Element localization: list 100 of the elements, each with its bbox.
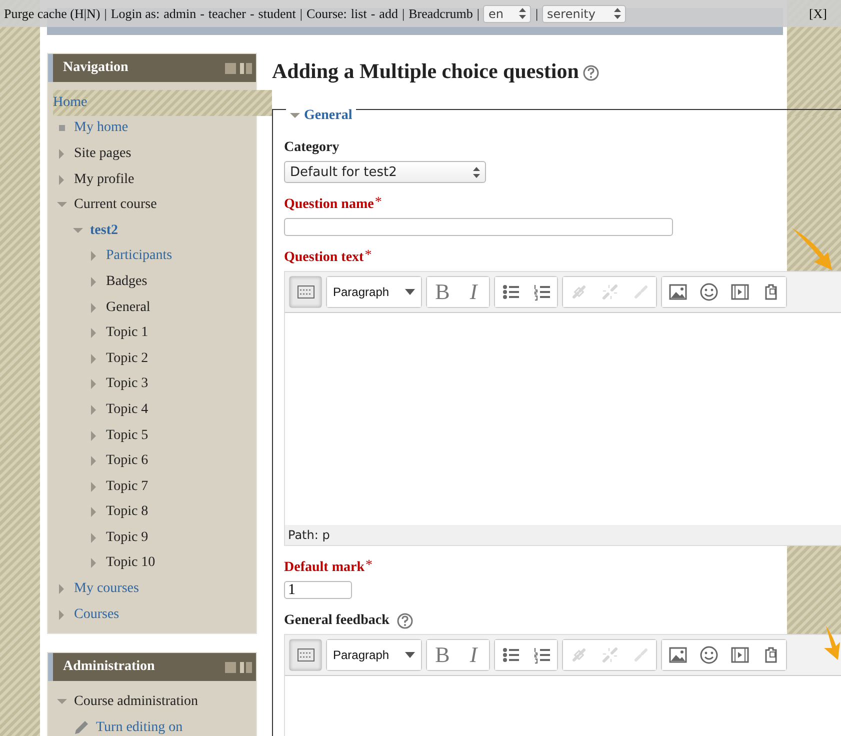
collapsed-triangle-icon[interactable] <box>89 456 99 466</box>
media-icon <box>730 645 750 665</box>
image-icon <box>668 645 688 665</box>
nav-link[interactable]: Topic 9 <box>106 530 148 546</box>
toolbar-text: Course: <box>306 6 347 22</box>
bullet-icon <box>59 125 65 132</box>
collapsed-triangle-icon[interactable] <box>89 354 99 364</box>
separator-text: | <box>300 6 302 22</box>
nav-link[interactable]: My profile <box>74 172 134 188</box>
rich-text-editor[interactable]: Paragraph B I <box>284 634 841 736</box>
text-input-field[interactable] <box>284 218 673 236</box>
collapsed-triangle-icon[interactable] <box>89 251 99 262</box>
collapsed-triangle-icon[interactable] <box>57 584 67 594</box>
image-icon <box>668 282 688 302</box>
nav-link[interactable]: Topic 7 <box>106 478 148 495</box>
toolbar-text: - <box>250 6 254 22</box>
nav-link[interactable]: Course administration <box>74 694 198 710</box>
toolbar-link[interactable]: teacher <box>208 6 246 22</box>
separator-text: | <box>402 6 405 22</box>
collapsed-triangle-icon[interactable] <box>89 379 99 390</box>
collapsed-triangle-icon[interactable] <box>57 148 67 159</box>
separator-text: | <box>535 6 538 22</box>
collapsed-triangle-icon[interactable] <box>89 276 99 287</box>
close-button[interactable]: [X] <box>808 6 827 22</box>
toolbar-link[interactable]: add <box>379 6 398 22</box>
collapsed-triangle-icon[interactable] <box>57 174 67 185</box>
help-icon[interactable] <box>582 64 599 80</box>
bullets-icon <box>500 282 520 302</box>
field-label: Question name <box>284 197 374 213</box>
nav-link[interactable]: Current course <box>74 197 157 214</box>
nav-link[interactable]: Site pages <box>74 146 132 162</box>
nav-link[interactable]: Topic 2 <box>106 350 148 367</box>
nav-link[interactable]: Badges <box>106 274 148 290</box>
text-input-field[interactable]: 1 <box>284 581 352 599</box>
collapsed-triangle-icon[interactable] <box>89 302 99 313</box>
spinner-arrows-icon <box>519 8 526 19</box>
arrow-icon <box>790 226 834 272</box>
dropdown[interactable]: en <box>483 4 532 22</box>
nav-link[interactable]: Topic 6 <box>106 453 148 470</box>
format-dropdown[interactable]: Paragraph <box>327 277 421 307</box>
collapsed-triangle-icon[interactable] <box>57 610 67 620</box>
nav-link[interactable]: Topic 4 <box>106 402 148 418</box>
field-label: General feedback <box>284 613 390 629</box>
page-heading: Adding a Multiple choice question <box>272 58 579 84</box>
collapsed-triangle-icon[interactable] <box>89 558 99 568</box>
unlink-icon <box>600 645 620 665</box>
toolbar-text: Login as: <box>110 6 160 22</box>
required-mark: * <box>364 248 372 264</box>
toolbar-link[interactable]: admin <box>164 6 196 22</box>
collapsed-triangle-icon[interactable] <box>89 430 99 441</box>
nav-link[interactable]: Topic 3 <box>106 376 148 392</box>
expanded-triangle-icon[interactable] <box>290 111 300 121</box>
collapsed-triangle-icon[interactable] <box>89 532 99 543</box>
field-label: Category <box>284 140 340 156</box>
nav-link[interactable]: Topic 10 <box>106 555 156 572</box>
numbers-icon <box>532 282 552 302</box>
unlink-icon <box>600 282 620 302</box>
toolbar-link[interactable]: Breadcrumb <box>408 6 473 22</box>
nav-link[interactable]: Topic 5 <box>106 428 148 444</box>
nav-link[interactable]: Topic 8 <box>106 504 148 520</box>
media-icon <box>730 282 750 302</box>
bullets-icon <box>500 645 520 665</box>
dock-icon[interactable] <box>225 62 236 74</box>
dropdown[interactable]: serenity <box>542 4 626 22</box>
toolbar-text: - <box>200 6 204 22</box>
hide-icon[interactable] <box>240 662 252 673</box>
toolbar-link[interactable]: list <box>350 6 367 22</box>
format-dropdown[interactable]: Paragraph <box>327 640 421 670</box>
nav-link[interactable]: Turn editing on <box>96 720 183 736</box>
section-legend[interactable]: General <box>304 108 352 124</box>
spinner-arrows-icon <box>614 8 622 19</box>
toolbar-link[interactable]: Purge cache (H|N) <box>4 6 100 22</box>
help-icon[interactable] <box>397 613 414 629</box>
nav-link[interactable]: My home <box>74 120 128 136</box>
dock-icon[interactable] <box>225 662 236 673</box>
expanded-triangle-icon[interactable] <box>73 226 83 236</box>
nav-link[interactable]: Courses <box>74 606 120 623</box>
rich-text-editor[interactable]: Paragraph B I Path: p <box>284 271 841 546</box>
caret-icon <box>405 652 415 658</box>
separator-text: | <box>104 6 107 22</box>
collapsed-triangle-icon[interactable] <box>89 404 99 415</box>
nav-link[interactable]: Participants <box>106 248 172 264</box>
nav-link[interactable]: My courses <box>74 581 139 598</box>
spinner-arrows-icon <box>473 166 480 178</box>
collapsed-triangle-icon[interactable] <box>89 482 99 492</box>
toolbar-text: - <box>370 6 376 22</box>
nav-link[interactable]: Topic 1 <box>106 325 148 342</box>
collapsed-triangle-icon[interactable] <box>89 507 99 518</box>
field-label: Default mark <box>284 560 364 576</box>
required-mark: * <box>374 195 382 211</box>
nav-link[interactable]: test2 <box>90 222 118 239</box>
toolbar-link[interactable]: student <box>258 6 296 22</box>
emoticon-icon <box>698 282 718 302</box>
collapsed-triangle-icon[interactable] <box>89 328 99 338</box>
block-title: Administration <box>63 659 155 676</box>
field-label: Question text <box>284 250 364 266</box>
block-title: Navigation <box>63 60 128 76</box>
hide-icon[interactable] <box>240 62 252 74</box>
category-select[interactable]: Default for test2 <box>284 161 486 183</box>
nav-link[interactable]: General <box>106 300 150 316</box>
